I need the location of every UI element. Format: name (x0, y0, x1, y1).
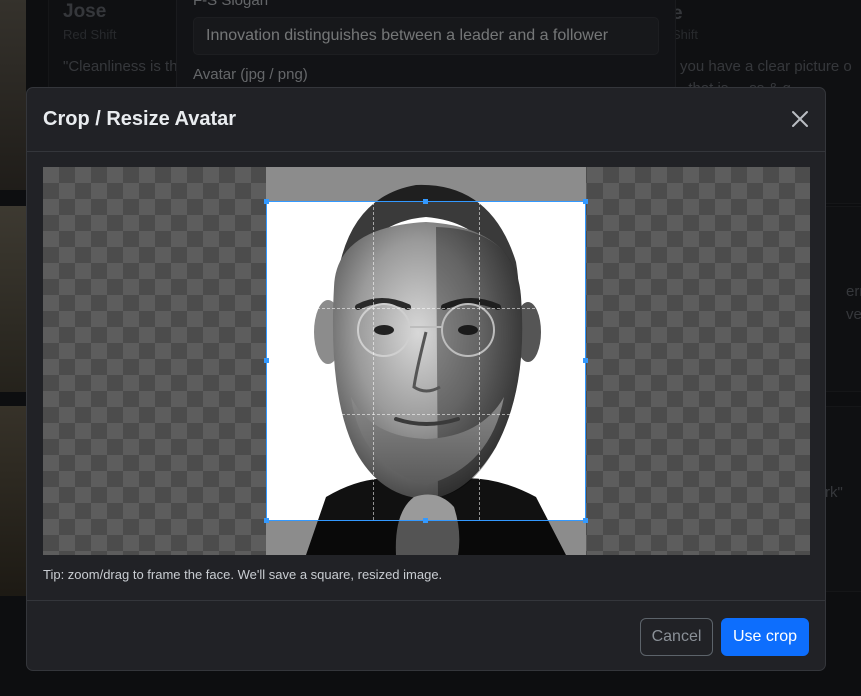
modal-title: Crop / Resize Avatar (43, 108, 237, 130)
crop-selection-box[interactable] (264, 199, 588, 523)
crop-guide-line (373, 202, 374, 520)
crop-handle-bottom-left[interactable] (264, 518, 269, 523)
crop-handle-top-right[interactable] (583, 199, 588, 204)
crop-handle-bottom[interactable] (423, 518, 428, 523)
crop-canvas[interactable] (43, 167, 810, 555)
close-button[interactable] (787, 106, 813, 132)
use-crop-button[interactable]: Use crop (721, 618, 809, 656)
crop-handle-top[interactable] (423, 199, 428, 204)
crop-handle-right[interactable] (583, 358, 588, 363)
crop-tip-text: Tip: zoom/drag to frame the face. We'll … (43, 567, 443, 582)
modal-header: Crop / Resize Avatar (27, 88, 825, 152)
close-icon (792, 111, 808, 127)
crop-handle-top-left[interactable] (264, 199, 269, 204)
crop-avatar-modal: Crop / Resize Avatar Tip: zoom/drag to f… (26, 87, 826, 671)
crop-guide-line (267, 308, 585, 309)
crop-guide-line (267, 414, 585, 415)
crop-handle-left[interactable] (264, 358, 269, 363)
cancel-button[interactable]: Cancel (640, 618, 713, 656)
crop-guide-line (479, 202, 480, 520)
crop-handle-bottom-right[interactable] (583, 518, 588, 523)
modal-footer: Cancel Use crop (27, 600, 825, 672)
